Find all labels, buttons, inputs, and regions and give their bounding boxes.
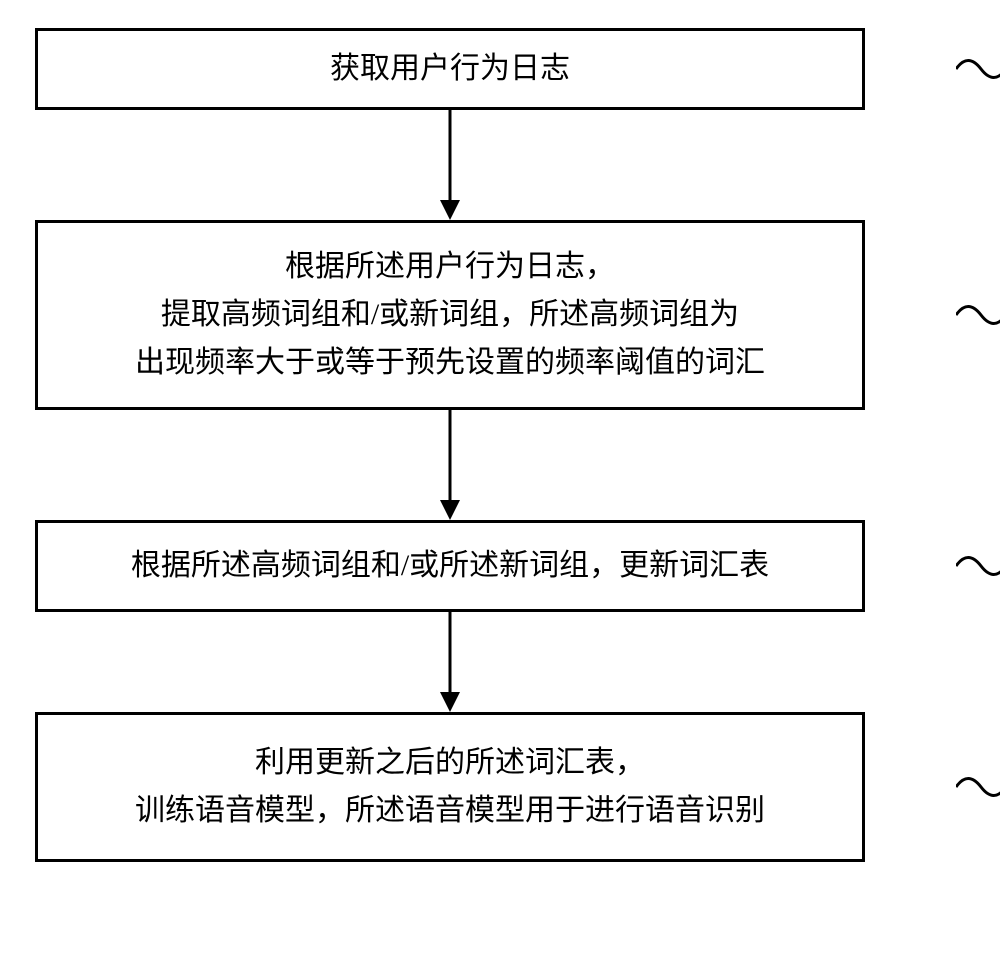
step-1-wrapper: 获取用户行为日志 101 bbox=[35, 28, 965, 110]
step-4-text: 利用更新之后的所述词汇表， 训练语音模型，所述语音模型用于进行语音识别 bbox=[135, 739, 765, 835]
wave-icon bbox=[956, 54, 1000, 84]
step-4-wrapper: 利用更新之后的所述词汇表， 训练语音模型，所述语音模型用于进行语音识别 104 bbox=[35, 712, 965, 862]
wave-icon bbox=[956, 772, 1000, 802]
wave-icon bbox=[956, 300, 1000, 330]
flowchart-container: 获取用户行为日志 101 根据所述用户行为日志， 提取高频词组和/或新词组，所述… bbox=[35, 28, 965, 862]
step-2-wrapper: 根据所述用户行为日志， 提取高频词组和/或新词组，所述高频词组为 出现频率大于或… bbox=[35, 220, 965, 410]
arrow-down-icon bbox=[430, 110, 470, 220]
step-2-box: 根据所述用户行为日志， 提取高频词组和/或新词组，所述高频词组为 出现频率大于或… bbox=[35, 220, 865, 410]
step-3-label-connector: 103 bbox=[956, 549, 1000, 583]
step-4-label-connector: 104 bbox=[956, 770, 1000, 804]
step-3-box: 根据所述高频词组和/或所述新词组，更新词汇表 bbox=[35, 520, 865, 612]
step-4-box: 利用更新之后的所述词汇表， 训练语音模型，所述语音模型用于进行语音识别 bbox=[35, 712, 865, 862]
step-2-text: 根据所述用户行为日志， 提取高频词组和/或新词组，所述高频词组为 出现频率大于或… bbox=[135, 243, 765, 387]
step-1-box: 获取用户行为日志 bbox=[35, 28, 865, 110]
step-3-text: 根据所述高频词组和/或所述新词组，更新词汇表 bbox=[131, 542, 769, 590]
arrow-down-icon bbox=[430, 410, 470, 520]
arrow-1 bbox=[35, 110, 865, 220]
step-3-wrapper: 根据所述高频词组和/或所述新词组，更新词汇表 103 bbox=[35, 520, 965, 612]
arrow-down-icon bbox=[430, 612, 470, 712]
step-1-text: 获取用户行为日志 bbox=[330, 45, 570, 93]
arrow-3 bbox=[35, 612, 865, 712]
step-1-label-connector: 101 bbox=[956, 52, 1000, 86]
arrow-2 bbox=[35, 410, 865, 520]
step-2-label-connector: 102 bbox=[956, 298, 1000, 332]
wave-icon bbox=[956, 551, 1000, 581]
